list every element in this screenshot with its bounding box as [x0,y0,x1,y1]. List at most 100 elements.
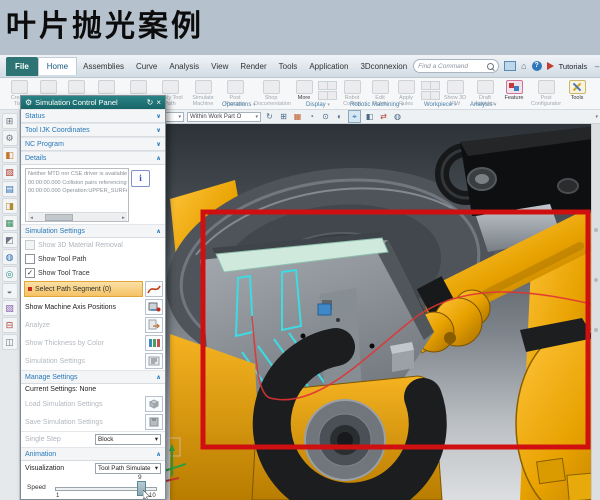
resource-bar-icon[interactable]: ⊞ [2,113,18,129]
selection-scope-combo[interactable]: Within Work Part O▾ [187,112,261,122]
robot-control-icon [344,80,361,94]
single-step-combo[interactable]: Block ▾ [95,434,161,445]
resource-bar-icon[interactable]: ◒ [2,283,18,299]
section-status[interactable]: Status ∨ [21,109,165,123]
tab-3dconnexion[interactable]: 3Dconnexion [354,57,413,76]
section-animation[interactable]: Animation ∧ [21,447,165,461]
tab-render[interactable]: Render [234,57,272,76]
details-log[interactable]: Neither MTD nor CSE driver is available,… [25,168,129,222]
horizontal-scrollbar[interactable]: ◄ ► [28,212,127,221]
simulation-settings-icon-button[interactable] [145,353,163,369]
edge-tab-dot[interactable] [594,228,598,232]
tutorials-flag-icon[interactable] [547,62,554,70]
tab-analysis[interactable]: Analysis [163,57,205,76]
section-manage-settings[interactable]: Manage Settings ∧ [21,370,165,384]
help-icon[interactable]: ? [532,61,542,71]
view-toolbar-icon[interactable]: ⌖ [348,110,361,123]
tab-curve[interactable]: Curve [130,57,163,76]
save-settings-icon-button[interactable] [145,414,163,430]
resource-bar-icon[interactable]: ⊟ [2,317,18,333]
shop-documentation-icon [263,80,280,94]
scrollbar-thumb[interactable] [45,214,73,221]
caret-down-icon: ▾ [155,436,158,443]
view-toolbar-icon[interactable]: ↻ [264,111,275,122]
checkbox-box[interactable] [25,240,35,250]
view-toolbar-icon[interactable]: ◧ [364,111,375,122]
resource-bar-icon[interactable]: ◨ [2,198,18,214]
view-toolbar-icon[interactable]: ⇄ [378,111,389,122]
analyze-icon-button[interactable] [145,317,163,333]
speed-label: Speed [27,484,46,491]
tab-file[interactable]: File [6,57,38,76]
toolbar-overflow-caret[interactable]: ▾ [595,114,598,120]
info-button[interactable]: i [131,170,150,187]
tab-assemblies[interactable]: Assemblies [77,57,130,76]
ribbon-button-simulate-machine[interactable]: Simulate Machine [187,80,219,108]
checkbox-box[interactable] [25,254,35,264]
edge-tab-dot[interactable] [594,328,598,332]
tab-tools[interactable]: Tools [273,57,304,76]
tab-home[interactable]: Home [38,57,77,75]
ribbon-button-post-configurator[interactable]: Post Configurator [529,80,563,108]
close-icon[interactable]: × [156,96,161,109]
checkbox-show-3d-material-removal[interactable]: Show 3D Material Removal [21,238,165,252]
thickness-color-icon-button[interactable] [145,335,163,351]
action-save-simulation-settings[interactable]: Save Simulation Settings [21,413,165,431]
resource-bar-icon[interactable]: ◩ [2,232,18,248]
section-simulation-settings[interactable]: Simulation Settings ∧ [21,224,165,238]
view-toolbar-icon[interactable]: ◔ [306,111,317,122]
section-details[interactable]: Details ∧ [21,151,165,165]
action-simulation-settings[interactable]: Simulation Settings [21,352,165,370]
path-segment-icon-button[interactable] [145,281,163,297]
panel-titlebar[interactable]: ⚙ Simulation Control Panel ↻ × [21,96,165,109]
tab-application[interactable]: Application [303,57,354,76]
minimize-button[interactable]: – [592,62,600,71]
action-show-thickness-by-color[interactable]: Show Thickness by Color [21,334,165,352]
resource-bar-icon[interactable]: ◧ [2,147,18,163]
resource-bar-icon[interactable]: ▦ [2,215,18,231]
properties-icon [98,80,115,94]
page-title: 叶片抛光案例 [0,0,600,45]
ribbon-button-tools[interactable]: Tools [565,80,589,101]
view-toolbar-icon[interactable]: ⊞ [278,111,289,122]
monitor-icon[interactable] [504,61,516,71]
tab-view[interactable]: View [205,57,234,76]
view-toolbar-icon[interactable]: ◍ [392,111,403,122]
checkbox-box[interactable]: ✓ [25,268,35,278]
find-command-input[interactable]: Find a Command [413,59,499,73]
search-icon[interactable] [487,63,494,70]
display-group-icons[interactable] [318,81,335,100]
resource-bar-icon[interactable]: ▤ [2,181,18,197]
view-toolbar-icon[interactable]: ⊙ [320,111,331,122]
section-nc-program[interactable]: NC Program ∨ [21,137,165,151]
edge-tab-dot[interactable] [594,278,598,282]
action-analyze[interactable]: Analyze [21,316,165,334]
workpiece-group-icons[interactable] [421,81,438,100]
resource-bar-icon[interactable]: ◍ [2,249,18,265]
ribbon-button-more[interactable]: More [293,80,315,101]
resource-bar-icon[interactable]: ⚙ [2,130,18,146]
resource-bar-icon[interactable]: ▧ [2,300,18,316]
post-configurator-icon [538,80,555,94]
load-settings-icon-button[interactable] [145,396,163,412]
select-path-segment-button[interactable]: Select Path Segment (0) [24,281,143,297]
resource-bar-icon[interactable]: ◎ [2,266,18,282]
tutorials-label[interactable]: Tutorials [559,62,587,71]
resource-bar-icon[interactable]: ▨ [2,164,18,180]
visualization-combo[interactable]: Tool Path Simulate ▾ [95,463,161,474]
checkbox-show-tool-path[interactable]: Show Tool Path [21,252,165,266]
view-toolbar-icon[interactable]: ▦ [292,111,303,122]
action-show-machine-axis-positions[interactable]: Show Machine Axis Positions [21,298,165,316]
ribbon-button-feature[interactable]: Feature [501,80,527,101]
resource-bar-icon[interactable]: ◫ [2,334,18,350]
action-load-simulation-settings[interactable]: Load Simulation Settings [21,395,165,413]
home-icon[interactable]: ⌂ [521,62,526,71]
machine-axis-icon-button[interactable] [145,299,163,315]
refresh-icon[interactable]: ↻ [147,96,154,109]
section-tool-ijk-coordinates[interactable]: Tool IJK Coordinates ∨ [21,123,165,137]
view-toolbar-icon[interactable]: ◐ [334,111,345,122]
post-process-icon [227,80,244,94]
checkbox-show-tool-trace[interactable]: ✓ Show Tool Trace [21,266,165,280]
ribbon-button-shop-documentation[interactable]: Shop Documentation [251,80,291,108]
save-icon [147,416,161,428]
